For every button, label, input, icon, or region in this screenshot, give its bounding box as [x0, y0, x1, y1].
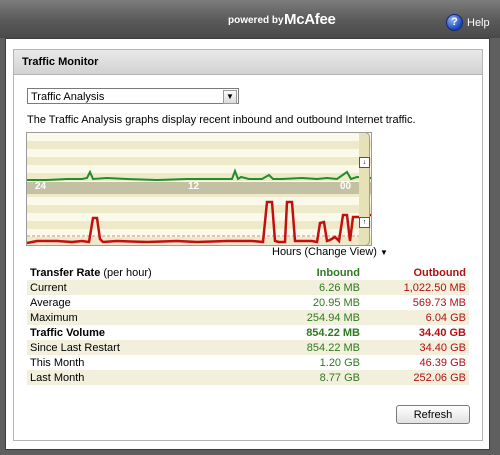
inbound-header: Inbound	[316, 266, 360, 279]
table-row: This Month 1.20 GB 46.39 GB	[27, 355, 469, 370]
row-label: Current	[27, 280, 245, 295]
outbound-value: 1,022.50 MB	[363, 280, 469, 295]
outbound-value: 34.40 GB	[418, 326, 466, 339]
inbound-value: 6.26 MB	[245, 280, 363, 295]
content-frame: Traffic Monitor Traffic Analysis ▼ The T…	[5, 38, 490, 450]
inbound-value: 254.94 MB	[245, 310, 363, 325]
table-row: Maximum 254.94 MB 6.04 GB	[27, 310, 469, 325]
inbound-series-line	[27, 168, 371, 182]
description-text: The Traffic Analysis graphs display rece…	[27, 114, 416, 126]
refresh-button[interactable]: Refresh	[396, 405, 470, 424]
outbound-value: 46.39 GB	[419, 356, 466, 369]
outbound-header: Outbound	[413, 266, 466, 279]
help-label: Help	[467, 16, 490, 29]
chevron-down-icon: ▼	[223, 90, 237, 104]
inbound-arrow-icon: ↓	[359, 157, 370, 168]
outbound-arrow-icon: ↑	[359, 217, 370, 228]
outbound-value: 6.04 GB	[363, 310, 469, 325]
row-label: Maximum	[27, 310, 245, 325]
outbound-value: 569.73 MB	[412, 296, 466, 309]
traffic-volume-label: Traffic Volume	[30, 326, 105, 339]
inbound-value: 20.95 MB	[312, 296, 360, 309]
graph-side-bar: ↓ ↑	[359, 132, 370, 246]
inbound-value: 1.20 GB	[319, 356, 360, 369]
row-label: Last Month	[27, 370, 245, 385]
traffic-volume-header-row: Traffic Volume 854.22 MB 34.40 GB	[27, 325, 469, 340]
axis-label: 00	[340, 181, 352, 192]
change-view-label: Hours (Change View)	[272, 246, 377, 258]
inbound-value: 854.22 MB	[245, 340, 363, 355]
time-axis: 24 12 00	[27, 181, 371, 194]
row-label: Since Last Restart	[27, 340, 245, 355]
change-view-link[interactable]: Hours (Change View) ▼	[272, 246, 388, 258]
outbound-series-line	[27, 200, 371, 245]
table-row: Last Month 8.77 GB 252.06 GB	[27, 370, 469, 385]
inbound-value: 8.77 GB	[245, 370, 363, 385]
row-label: Average	[30, 296, 71, 309]
row-label: This Month	[30, 356, 85, 369]
transfer-rate-label: Transfer Rate (per hour)	[30, 266, 152, 279]
transfer-rate-header-row: Transfer Rate (per hour) Inbound Outboun…	[27, 265, 469, 280]
outbound-value: 34.40 GB	[363, 340, 469, 355]
view-select[interactable]: Traffic Analysis ▼	[27, 88, 239, 104]
traffic-graph: 24 12 00	[26, 132, 372, 246]
title-bar: powered by McAfee ? Help	[0, 0, 500, 38]
mcafee-logo: McAfee	[284, 11, 336, 28]
traffic-monitor-panel: Traffic Monitor Traffic Analysis ▼ The T…	[13, 49, 483, 441]
table-row: Current 6.26 MB 1,022.50 MB	[27, 280, 469, 295]
table-row: Average 20.95 MB 569.73 MB	[27, 295, 469, 310]
outbound-value: 252.06 GB	[363, 370, 469, 385]
axis-label: 24	[35, 181, 47, 192]
axis-label: 12	[188, 181, 200, 192]
chevron-down-icon: ▼	[380, 248, 388, 257]
inbound-value: 854.22 MB	[306, 326, 360, 339]
panel-title: Traffic Monitor	[14, 50, 482, 75]
traffic-stats-table: Transfer Rate (per hour) Inbound Outboun…	[27, 265, 469, 385]
table-row: Since Last Restart 854.22 MB 34.40 GB	[27, 340, 469, 355]
help-button[interactable]: ? Help	[446, 14, 490, 32]
help-icon: ?	[446, 14, 463, 31]
view-select-value: Traffic Analysis	[31, 91, 105, 103]
powered-by-text: powered by	[228, 15, 284, 26]
